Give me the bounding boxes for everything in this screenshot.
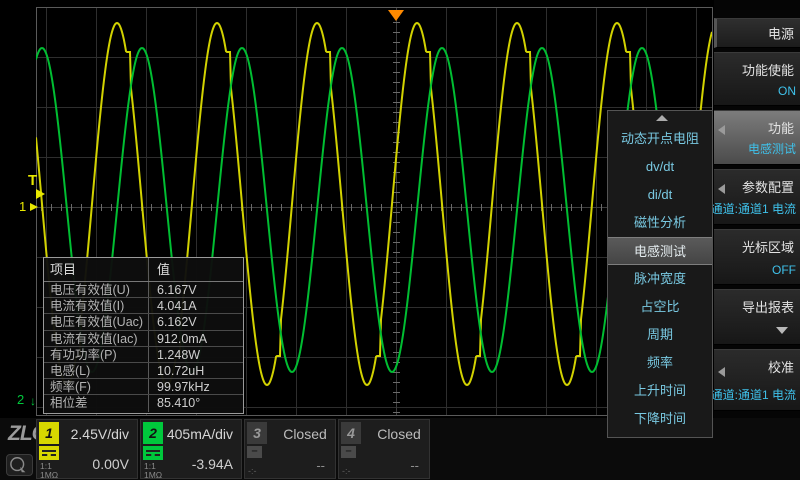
- chevron-left-icon: [718, 125, 725, 135]
- channel-4-block[interactable]: 4 – -:- Closed --: [338, 419, 430, 479]
- coupling-off-icon: –: [341, 446, 356, 458]
- menu-item-9[interactable]: 频率: [608, 349, 712, 377]
- menu-item-4[interactable]: 磁性分析: [608, 209, 712, 237]
- sidebar-button-function[interactable]: 功能电感测试: [714, 110, 800, 165]
- measure-table-header: 项目 值: [44, 258, 243, 282]
- ch2-offscreen-marker[interactable]: 2: [17, 392, 24, 407]
- coupling-dc-icon: [143, 446, 163, 460]
- channel-3-block[interactable]: 3 – -:- Closed --: [244, 419, 336, 479]
- sidebar-button-label: 光标区域: [742, 237, 794, 256]
- table-row: 电压有效值(U)6.167V: [44, 282, 243, 298]
- channel-2-block[interactable]: 2 1:11MΩ 405mA/div -3.94A: [140, 419, 242, 479]
- channel-scale: 2.45V/div: [71, 426, 129, 442]
- sidebar-button-sub: OFF: [772, 263, 796, 277]
- channel-scale: 405mA/div: [167, 426, 233, 442]
- measure-value: 85.410°: [149, 395, 243, 411]
- table-row: 电感(L)10.72uH: [44, 363, 243, 379]
- channel-4-badge[interactable]: 4: [341, 422, 361, 444]
- probe-impedance-label: -:-: [248, 466, 257, 476]
- sidebar-button-sub: 电感测试: [748, 140, 796, 157]
- probe-impedance-label: 1:11MΩ: [40, 462, 58, 480]
- measure-table: 项目 值 电压有效值(U)6.167V电流有效值(I)4.041A电压有效值(U…: [43, 257, 244, 414]
- measure-item: 相位差: [44, 395, 149, 411]
- sidebar-button-label: 导出报表: [742, 297, 794, 316]
- oscilloscope-screen: T 1 2 ↓ 项目 值 电压有效值(U)6.167V电流有效值(I)4.041…: [0, 0, 800, 480]
- sidebar-button-sub: ON: [778, 84, 796, 98]
- measure-item: 电感(L): [44, 363, 149, 378]
- measure-col-item: 项目: [44, 258, 149, 281]
- channel-scale: Closed: [275, 426, 335, 442]
- chevron-left-icon: [718, 367, 725, 377]
- menu-item-1[interactable]: 动态开点电阻: [608, 125, 712, 153]
- trigger-level-marker[interactable]: T: [28, 172, 37, 189]
- sidebar-button-label: 校准: [768, 357, 794, 376]
- table-row: 相位差85.410°: [44, 395, 243, 411]
- measure-value: 912.0mA: [149, 331, 243, 346]
- ch1-zero-arrow-icon[interactable]: [30, 203, 38, 211]
- ch2-down-arrow-icon[interactable]: ↓: [30, 394, 36, 408]
- sidebar-button-calibrate[interactable]: 校准通道:通道1 电流: [714, 349, 800, 411]
- sidebar-button-params[interactable]: 参数配置通道:通道1 电流: [714, 169, 800, 225]
- table-row: 电流有效值(I)4.041A: [44, 298, 243, 314]
- menu-item-3[interactable]: di/dt: [608, 181, 712, 209]
- measure-col-value: 值: [149, 258, 243, 281]
- table-row: 有功功率(P)1.248W: [44, 347, 243, 363]
- channel-offset-value: -3.94A: [192, 456, 233, 472]
- sidebar-menu: 电源功能使能ON功能电感测试参数配置通道:通道1 电流光标区域OFF导出报表校准…: [714, 0, 800, 418]
- channel-offset-value: 0.00V: [92, 456, 129, 472]
- measure-value: 10.72uH: [149, 363, 243, 378]
- menu-item-7[interactable]: 占空比: [608, 293, 712, 321]
- ch1-zero-marker[interactable]: 1: [19, 199, 26, 214]
- measure-value: 1.248W: [149, 347, 243, 362]
- menu-item-6[interactable]: 脉冲宽度: [608, 265, 712, 293]
- measure-value: 99.97kHz: [149, 379, 243, 394]
- channel-1-badge[interactable]: 1: [39, 422, 59, 444]
- probe-impedance-label: 1:11MΩ: [144, 462, 162, 480]
- coupling-off-icon: –: [247, 446, 262, 458]
- menu-item-5[interactable]: 电感测试: [608, 237, 712, 265]
- measure-value: 6.162V: [149, 314, 243, 329]
- menu-item-10[interactable]: 上升时间: [608, 377, 712, 405]
- channel-3-badge[interactable]: 3: [247, 422, 267, 444]
- table-row: 电流有效值(Iac)912.0mA: [44, 331, 243, 347]
- menu-item-8[interactable]: 周期: [608, 321, 712, 349]
- measure-value: 4.041A: [149, 298, 243, 313]
- sidebar-button-cursor[interactable]: 光标区域 OFF: [714, 229, 800, 285]
- measure-item: 电压有效值(Uac): [44, 314, 149, 329]
- channel-2-badge[interactable]: 2: [143, 422, 163, 444]
- table-row: 电压有效值(Uac)6.162V: [44, 314, 243, 330]
- channel-1-block[interactable]: 1 1:11MΩ 2.45V/div 0.00V: [36, 419, 138, 479]
- table-row: 频率(F)99.97kHz: [44, 379, 243, 395]
- function-dropdown-menu: 动态开点电阻dv/dtdi/dt磁性分析电感测试脉冲宽度占空比周期频率上升时间下…: [607, 110, 713, 438]
- knob-icon[interactable]: [6, 454, 33, 476]
- trigger-level-arrow-icon[interactable]: [36, 189, 45, 199]
- coupling-dc-icon: [39, 446, 59, 460]
- channel-scale: Closed: [369, 426, 429, 442]
- sidebar-button-sub: 通道:通道1 电流: [711, 386, 796, 403]
- measure-table-body: 电压有效值(U)6.167V电流有效值(I)4.041A电压有效值(Uac)6.…: [44, 282, 243, 412]
- chevron-down-icon: [776, 327, 788, 334]
- sidebar-button-label: 电源: [768, 24, 794, 43]
- measure-value: 6.167V: [149, 282, 243, 297]
- sidebar-button-sub: 通道:通道1 电流: [711, 200, 796, 217]
- channel-offset-value: --: [410, 458, 419, 473]
- trigger-position-marker-icon[interactable]: [388, 10, 404, 21]
- probe-impedance-label: -:-: [342, 466, 351, 476]
- sidebar-button-label: 功能使能: [742, 60, 794, 79]
- sidebar-button-enable[interactable]: 功能使能 ON: [714, 52, 800, 106]
- sidebar-button-export[interactable]: 导出报表: [714, 289, 800, 345]
- measure-item: 电流有效值(Iac): [44, 331, 149, 346]
- measure-item: 电流有效值(I): [44, 298, 149, 313]
- sidebar-button-label: 参数配置: [742, 177, 794, 196]
- measure-item: 有功功率(P): [44, 347, 149, 362]
- sidebar-button-power[interactable]: 电源: [714, 18, 800, 48]
- menu-item-2[interactable]: dv/dt: [608, 153, 712, 181]
- menu-item-11[interactable]: 下降时间: [608, 405, 712, 433]
- measure-item: 频率(F): [44, 379, 149, 394]
- channel-offset-value: --: [316, 458, 325, 473]
- menu-scroll-up-icon[interactable]: [656, 115, 668, 121]
- chevron-left-icon: [718, 184, 725, 194]
- sidebar-button-label: 功能: [768, 118, 794, 137]
- measure-item: 电压有效值(U): [44, 282, 149, 297]
